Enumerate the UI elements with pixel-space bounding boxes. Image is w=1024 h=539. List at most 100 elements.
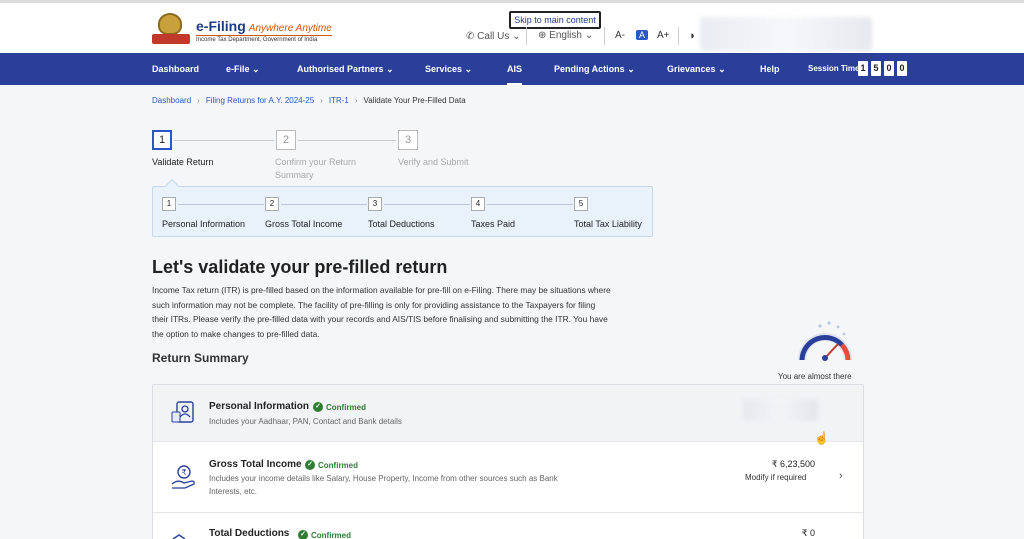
check-circle-icon: ✓ (305, 460, 315, 470)
summary-row-personal-info[interactable]: Personal Information ✓ Confirmed Includes… (153, 385, 863, 442)
sub-step-connector (178, 204, 264, 205)
logo-title: e-Filing (196, 17, 246, 34)
globe-icon: ⊕ (538, 30, 547, 41)
chevron-right-icon: › (354, 96, 358, 105)
timer-digit: 5 (871, 61, 881, 76)
breadcrumb-current: Validate Your Pre-Filled Data (363, 96, 466, 105)
timer-digit: 1 (858, 61, 868, 76)
breadcrumb-filing-returns[interactable]: Filing Returns for A.Y. 2024-25 (206, 96, 314, 105)
check-circle-icon: ✓ (313, 402, 323, 412)
svg-text:₹: ₹ (181, 468, 186, 477)
deductions-amount: ₹ 0 (801, 528, 815, 538)
breadcrumb-dashboard[interactable]: Dashboard (152, 96, 191, 105)
timer-digit: 0 (897, 61, 907, 76)
sub-step-1-label: Personal Information (162, 219, 246, 229)
summary-row-title: Personal Information (209, 401, 310, 412)
user-profile-blurred[interactable] (700, 17, 872, 51)
nav-ais[interactable]: AIS (507, 53, 523, 85)
chevron-down-icon: ⌄ (718, 64, 726, 74)
summary-row-title: Gross Total Income (209, 459, 302, 470)
chevron-down-icon: ⌄ (584, 30, 594, 41)
confirmed-badge: ✓ Confirmed (298, 530, 351, 539)
nav-efile[interactable]: e-File ⌄ (226, 53, 260, 85)
nav-dashboard[interactable]: Dashboard (152, 53, 199, 85)
contrast-icon[interactable]: ◑ (688, 30, 695, 42)
chevron-down-icon: ⌄ (512, 31, 521, 42)
nav-help[interactable]: Help (760, 53, 780, 85)
emblem-icon (152, 13, 190, 47)
step-connector (174, 140, 274, 141)
main-nav: Dashboard e-File ⌄ Authorised Partners ⌄… (0, 53, 1024, 85)
sub-step-3-label: Total Deductions (368, 219, 435, 229)
progress-gauge-icon (798, 321, 852, 361)
session-time-label: Session Time (808, 64, 860, 73)
summary-row-gross-income[interactable]: ₹ Gross Total Income ✓ Confirmed Includes… (153, 442, 863, 513)
call-us-menu[interactable]: ✆ Call Us ⌄ (466, 31, 521, 42)
top-bar: e-Filing Anywhere Anytime Income Tax Depa… (0, 0, 1024, 53)
main-step-1-label: Validate Return (152, 157, 214, 167)
chevron-right-icon: › (320, 96, 323, 105)
modify-link[interactable]: Modify if required (745, 473, 806, 482)
sub-stepper-panel: 1 2 3 4 5 Personal Information Gross Tot… (152, 186, 653, 237)
sub-step-1[interactable]: 1 (162, 197, 176, 211)
confirmed-badge: ✓ Confirmed (305, 460, 358, 470)
intro-paragraph: Income Tax return (ITR) is pre-filled ba… (152, 285, 611, 339)
language-label: English (549, 30, 582, 41)
confirmed-badge: ✓ Confirmed (313, 402, 366, 412)
summary-row-description: Includes your Aadhaar, PAN, Contact and … (209, 417, 402, 426)
summary-row-title: Total Deductions (209, 528, 290, 539)
main-step-3: 3 (398, 130, 418, 150)
id-card-icon (171, 401, 194, 423)
sub-step-4[interactable]: 4 (471, 197, 485, 211)
summary-row-deductions[interactable]: Total Deductions ✓ Confirmed ₹ 0 (153, 513, 863, 539)
session-timer: 1 5 0 0 (858, 61, 907, 76)
progress-label: You are almost there (778, 372, 852, 381)
step-connector (298, 140, 396, 141)
nav-authorised-partners[interactable]: Authorised Partners ⌄ (297, 53, 394, 85)
sub-step-3[interactable]: 3 (368, 197, 382, 211)
font-increase-button[interactable]: A+ (657, 30, 670, 41)
chevron-down-icon: ⌄ (464, 64, 473, 74)
sub-step-2-label: Gross Total Income (265, 219, 343, 229)
sub-step-5-label: Total Tax Liability (574, 219, 642, 229)
check-circle-icon: ✓ (298, 530, 308, 539)
return-summary-card: Personal Information ✓ Confirmed Includes… (152, 384, 864, 539)
timer-digit: 0 (884, 61, 894, 76)
sub-step-4-label: Taxes Paid (471, 219, 516, 229)
sub-step-5[interactable]: 5 (574, 197, 588, 211)
sub-step-connector (487, 204, 573, 205)
chevron-down-icon: ⌄ (627, 64, 635, 74)
logo-tagline: Anywhere Anytime (248, 22, 332, 34)
page-title: Let's validate your pre-filled return (152, 257, 448, 277)
font-decrease-button[interactable]: A- (615, 30, 625, 41)
income-hand-icon: ₹ (171, 465, 195, 489)
nav-pending-actions[interactable]: Pending Actions ⌄ (554, 53, 635, 85)
summary-row-description: Includes your income details like Salary… (209, 474, 558, 496)
font-default-button[interactable]: A (636, 30, 649, 40)
main-step-1: 1 (152, 130, 172, 150)
chevron-down-icon: ⌄ (252, 64, 260, 74)
return-summary-title: Return Summary (152, 351, 249, 365)
main-step-2: 2 (276, 130, 296, 150)
sub-step-connector (281, 204, 367, 205)
skip-to-main-link[interactable]: Skip to main content (509, 11, 601, 29)
nav-services[interactable]: Services ⌄ (425, 53, 472, 85)
main-step-3-label: Verify and Submit (398, 157, 469, 167)
chevron-right-icon[interactable]: › (839, 470, 843, 482)
efiling-logo[interactable]: e-Filing Anywhere Anytime Income Tax Depa… (152, 13, 332, 47)
breadcrumb-itr1[interactable]: ITR-1 (329, 96, 349, 105)
blurred-value (743, 399, 818, 421)
chevron-right-icon: › (197, 96, 200, 105)
breadcrumb: Dashboard › Filing Returns for A.Y. 2024… (152, 96, 466, 105)
language-select[interactable]: ⊕ English ⌄ (538, 30, 593, 41)
gross-income-amount: ₹ 6,23,500 (771, 459, 815, 469)
sub-step-connector (384, 204, 470, 205)
call-us-label: Call Us (477, 31, 510, 42)
deductions-icon (172, 534, 186, 539)
chevron-down-icon: ⌄ (386, 64, 394, 74)
nav-grievances[interactable]: Grievances ⌄ (667, 53, 726, 85)
phone-icon: ✆ (466, 31, 475, 42)
mouse-cursor-icon: ☝ (814, 431, 829, 445)
sub-step-2[interactable]: 2 (265, 197, 279, 211)
logo-subtitle: Income Tax Department, Government of Ind… (196, 34, 332, 43)
